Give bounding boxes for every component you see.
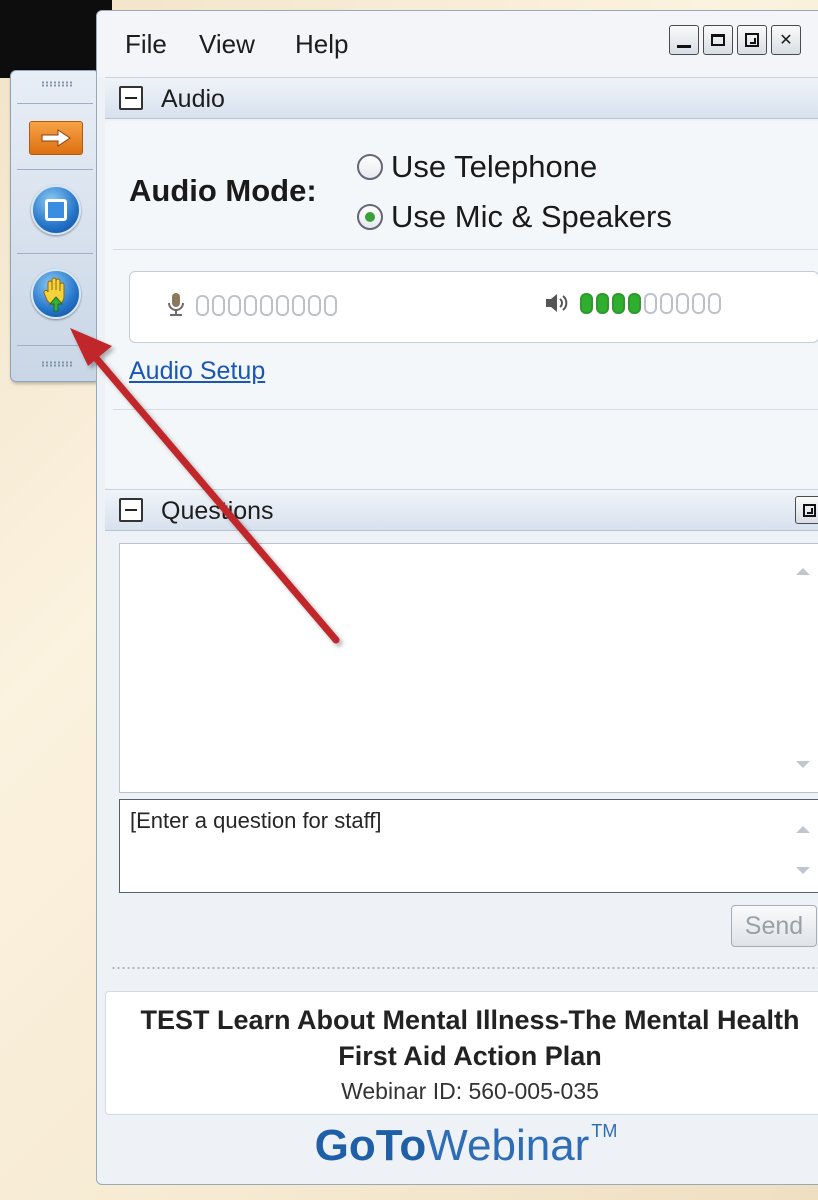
logo-to: To — [375, 1121, 427, 1170]
webinar-info-panel: TEST Learn About Mental Illness-The Ment… — [105, 991, 818, 1115]
minimize-icon — [677, 44, 691, 48]
maximize-button[interactable] — [703, 25, 733, 55]
level-segment — [292, 294, 305, 316]
level-segment — [596, 292, 609, 314]
popout-icon — [802, 503, 816, 517]
audio-setup-link[interactable]: Audio Setup — [129, 357, 265, 386]
screen-view-button[interactable] — [25, 179, 87, 241]
questions-section-title: Questions — [161, 497, 274, 525]
audio-section-header[interactable]: Audio — [105, 77, 818, 119]
toolbar-grip-bottom[interactable] — [41, 361, 73, 367]
scroll-up-icon[interactable] — [796, 826, 810, 833]
level-segment — [324, 294, 337, 316]
level-segment — [308, 294, 321, 316]
menu-bar: File View Help ✕ — [97, 11, 818, 77]
window-controls: ✕ — [669, 25, 801, 55]
level-segment — [692, 292, 705, 314]
microphone-icon — [168, 293, 184, 316]
raise-hand-icon — [31, 269, 81, 319]
level-segment — [612, 292, 625, 314]
level-segment — [660, 292, 673, 314]
speaker-meter — [544, 292, 721, 314]
screen-square-icon — [31, 185, 81, 235]
questions-log[interactable] — [119, 543, 818, 793]
level-segment — [580, 292, 593, 314]
send-button[interactable]: Send — [731, 905, 817, 947]
use-telephone-option[interactable]: Use Telephone — [357, 149, 597, 185]
collapse-questions-icon[interactable] — [119, 498, 143, 522]
menu-help[interactable]: Help — [295, 29, 348, 60]
logo-webinar: Webinar — [426, 1121, 590, 1170]
use-telephone-label: Use Telephone — [391, 149, 598, 184]
level-segment — [676, 292, 689, 314]
toolbar-separator — [17, 103, 93, 104]
restore-icon — [745, 33, 759, 47]
level-segment — [244, 294, 257, 316]
scroll-up-icon[interactable] — [796, 568, 810, 575]
show-hide-panel-button[interactable] — [25, 113, 87, 163]
logo-trademark: TM — [591, 1121, 618, 1141]
scroll-down-icon[interactable] — [796, 761, 810, 768]
audio-section-title: Audio — [161, 85, 225, 113]
speaker-icon — [546, 294, 568, 312]
use-mic-speakers-option[interactable]: Use Mic & Speakers — [357, 199, 672, 235]
level-segment — [628, 292, 641, 314]
level-segment — [644, 292, 657, 314]
level-segment — [228, 294, 241, 316]
webinar-id: Webinar ID: 560-005-035 — [341, 1078, 599, 1104]
level-segment — [212, 294, 225, 316]
audio-divider — [113, 249, 818, 250]
collapse-audio-icon[interactable] — [119, 86, 143, 110]
toolbar-separator — [17, 345, 93, 346]
speaker-level-dots — [580, 292, 721, 314]
audio-panel: Audio Mode: Use Telephone Use Mic & Spea… — [105, 121, 818, 489]
orange-arrow-icon — [29, 121, 83, 155]
questions-log-scrollbar[interactable] — [788, 544, 818, 792]
audio-levels-box — [129, 271, 818, 343]
gotowebinar-control-panel-toolbar — [10, 70, 100, 382]
audio-mode-label: Audio Mode: — [129, 173, 317, 208]
mic-level-dots — [196, 294, 337, 316]
toolbar-separator — [17, 253, 93, 254]
maximize-icon — [711, 34, 725, 46]
restore-button[interactable] — [737, 25, 767, 55]
popout-questions-button[interactable] — [795, 496, 818, 524]
close-icon: ✕ — [779, 32, 793, 49]
control-panel-window: File View Help ✕ Audio Audio Mode: Use T… — [96, 10, 818, 1185]
use-mic-speakers-label: Use Mic & Speakers — [391, 199, 672, 234]
logo-go: Go — [314, 1121, 376, 1170]
close-button[interactable]: ✕ — [771, 25, 801, 55]
toolbar-separator — [17, 169, 93, 170]
questions-dotted-divider — [111, 967, 818, 969]
scroll-down-icon[interactable] — [796, 867, 810, 874]
question-input-placeholder: [Enter a question for staff] — [130, 808, 382, 833]
question-input[interactable]: [Enter a question for staff] — [119, 799, 818, 893]
gotowebinar-logo: GoToWebinar TM — [97, 1121, 818, 1171]
level-segment — [260, 294, 273, 316]
use-mic-speakers-radio[interactable] — [357, 204, 383, 230]
webinar-title: TEST Learn About Mental Illness-The Ment… — [140, 1005, 800, 1071]
level-segment — [196, 294, 209, 316]
minimize-button[interactable] — [669, 25, 699, 55]
toolbar-grip-top[interactable] — [41, 81, 73, 87]
questions-section-header[interactable]: Questions — [105, 489, 818, 531]
menu-file[interactable]: File — [125, 29, 167, 60]
use-telephone-radio[interactable] — [357, 154, 383, 180]
level-segment — [276, 294, 289, 316]
audio-setup-divider — [113, 409, 818, 410]
question-input-scrollbar[interactable] — [788, 800, 818, 892]
raise-hand-button[interactable] — [25, 263, 87, 325]
level-segment — [708, 292, 721, 314]
microphone-meter — [166, 292, 337, 318]
menu-view[interactable]: View — [199, 29, 255, 60]
